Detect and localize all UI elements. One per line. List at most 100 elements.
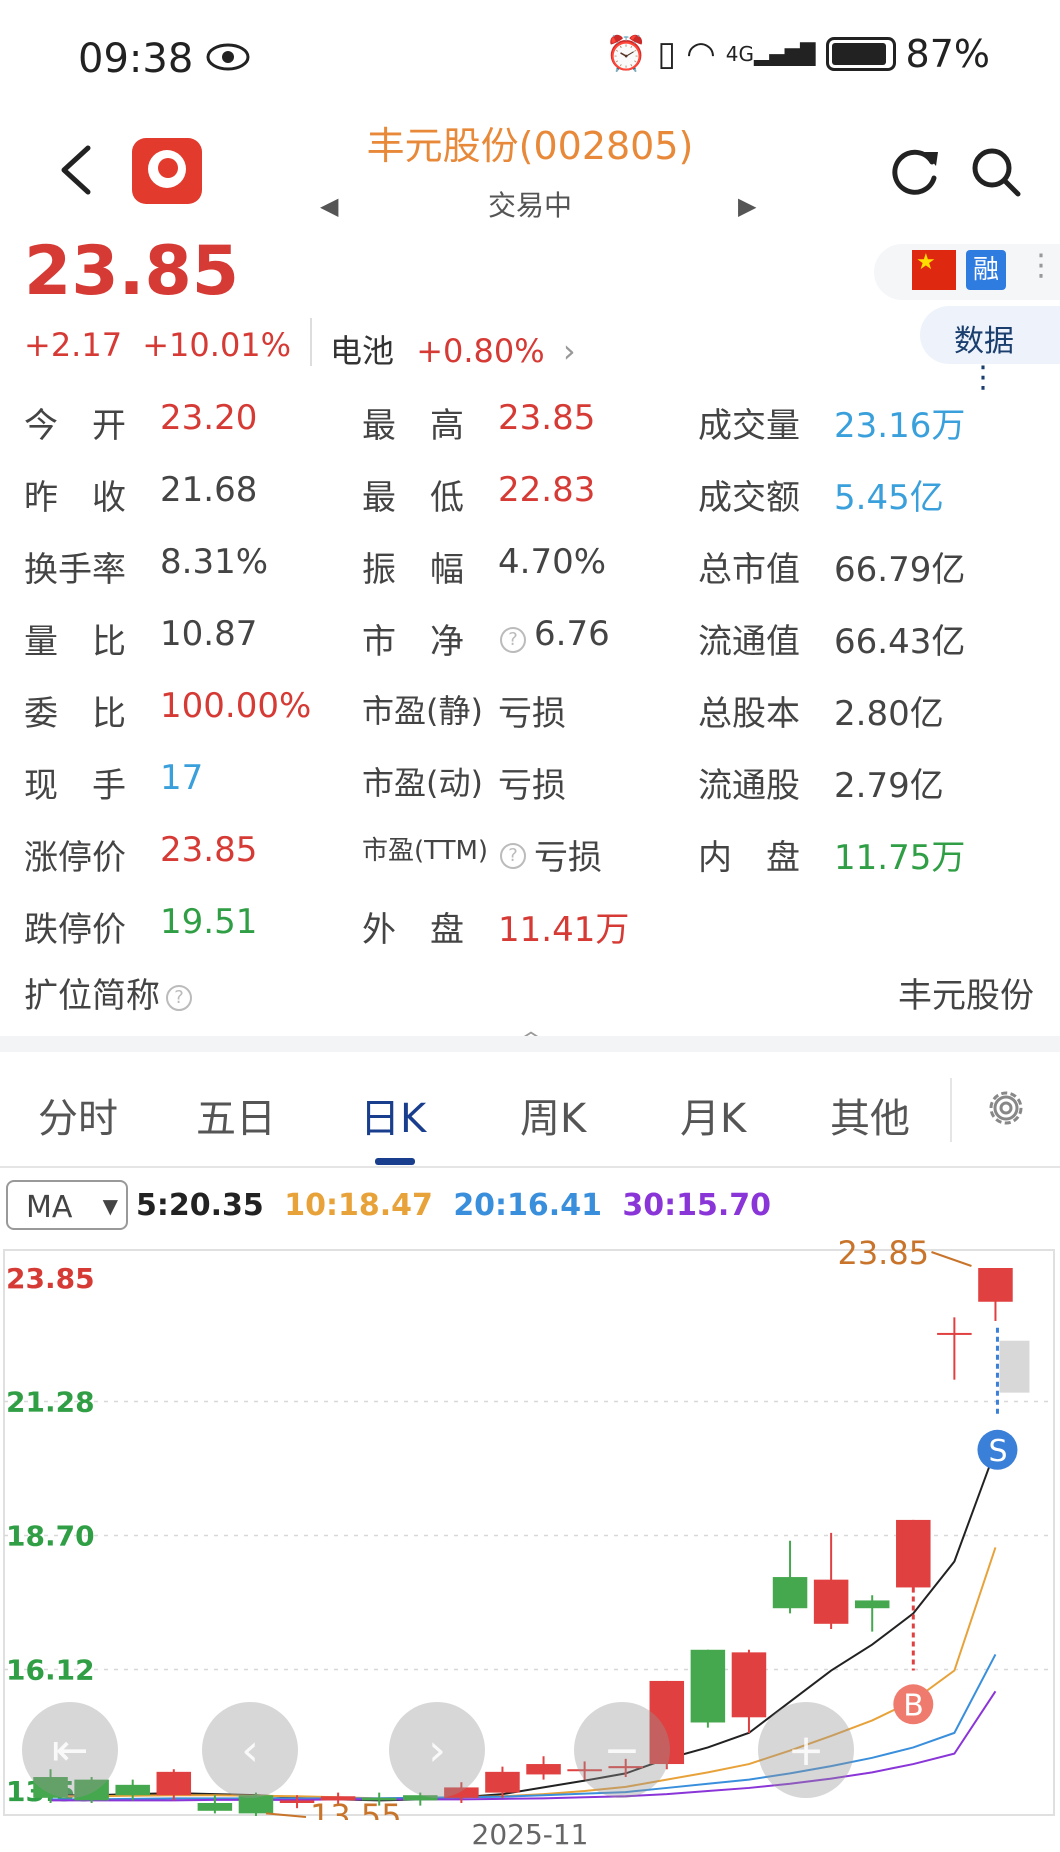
stat-value: 17 <box>160 758 204 798</box>
stat-label: 市 净 <box>362 622 464 662</box>
stat-label: 内 盘 <box>698 838 800 878</box>
status-icons: ⏰ ▯ ◠ 4G▂▄▆█ 87% <box>605 32 990 76</box>
candle-body <box>485 1771 520 1793</box>
stat-label: 跌停价 <box>24 910 126 950</box>
stat-value: 亏损 <box>498 766 566 806</box>
stat-label: 流通股 <box>698 766 800 806</box>
zoom-in-button[interactable]: + <box>758 1702 854 1798</box>
chevron-down-icon: ▼ <box>102 1194 118 1218</box>
tab-intraday[interactable]: 分时 <box>38 1086 118 1144</box>
stat-value: 5.45亿 <box>834 478 944 518</box>
stat-value: 8.31% <box>160 542 269 582</box>
stat-label: 外 盘 <box>362 910 464 950</box>
stat-value: 66.79亿 <box>834 550 966 590</box>
help-icon[interactable]: ? <box>166 984 192 1011</box>
active-tab-indicator <box>375 1158 415 1165</box>
section-divider <box>0 1036 1060 1052</box>
stat-label: 振 幅 <box>362 550 464 590</box>
alarm-icon: ⏰ <box>605 34 648 74</box>
extended-name-value: 丰元股份 <box>898 976 1034 1016</box>
stat-value: 11.41万 <box>498 910 630 950</box>
tab-monthly-k[interactable]: 月K <box>680 1086 746 1144</box>
sell-marker-label: S <box>988 1434 1007 1469</box>
svg-text:‹: ‹ <box>241 1725 259 1776</box>
tab-daily-k[interactable]: 日K <box>360 1086 426 1144</box>
china-flag-icon: ★ <box>912 250 956 290</box>
tab-other[interactable]: 其他 <box>830 1086 910 1144</box>
stat-value: 23.85 <box>498 398 596 438</box>
eye-icon <box>206 43 250 71</box>
scroll-left-button[interactable]: ‹ <box>202 1702 298 1798</box>
zoom-left-button[interactable]: ⇤ <box>22 1702 118 1798</box>
stat-value: 6.76 <box>534 614 610 654</box>
ma20-value: 20:16.41 <box>453 1188 602 1223</box>
stat-label: 昨 收 <box>24 478 126 518</box>
candle-body <box>526 1764 561 1775</box>
svg-text:›: › <box>428 1725 446 1776</box>
sector-link[interactable]: 电池 +0.80% › <box>330 326 576 372</box>
stat-value: 亏损 <box>498 694 566 734</box>
scroll-right-button[interactable]: › <box>389 1702 485 1798</box>
stat-label: 最 低 <box>362 478 464 518</box>
stat-label: 今 开 <box>24 406 126 446</box>
4g-signal-icon: 4G▂▄▆█ <box>725 42 816 66</box>
vibrate-icon: ▯ <box>657 34 677 74</box>
next-stock-button[interactable]: ▶ <box>738 192 756 220</box>
margin-badge[interactable]: 融 <box>966 250 1006 290</box>
status-time: 09:38 <box>78 36 194 82</box>
stat-value: 亏损 <box>534 838 602 878</box>
min-price-label: 13.55 <box>310 1797 402 1820</box>
battery-level: 87% <box>905 32 990 76</box>
y-tick-label: 23.85 <box>6 1262 95 1295</box>
prev-stock-button[interactable]: ◀ <box>320 192 338 220</box>
stat-value: 2.80亿 <box>834 694 944 734</box>
help-icon[interactable]: ? <box>494 834 526 874</box>
indicator-select[interactable]: MA ▼ <box>6 1180 128 1230</box>
candle-body <box>772 1577 808 1609</box>
x-axis-date-label: 2025-11 <box>471 1818 589 1851</box>
stat-label: 涨停价 <box>24 838 126 878</box>
data-button[interactable]: 数据 ⋮ <box>920 306 1060 395</box>
more-icon[interactable]: ⋮ <box>1026 248 1056 283</box>
stat-label: 现 手 <box>24 766 126 806</box>
tab-weekly-k[interactable]: 周K <box>520 1086 586 1144</box>
zoom-out-button[interactable]: − <box>574 1702 670 1798</box>
refresh-icon[interactable] <box>888 144 944 200</box>
price-change: +2.17 +10.01% <box>24 326 291 364</box>
y-tick-label: 21.28 <box>6 1385 95 1418</box>
help-icon[interactable]: ? <box>494 618 526 658</box>
kline-chart[interactable]: 23.8521.2818.7016.1213.5523.85SB13.55⇤‹›… <box>0 1240 1060 1820</box>
candle-body <box>978 1268 1013 1302</box>
candle-body <box>690 1649 726 1723</box>
stat-label: 委 比 <box>24 694 126 734</box>
sector-name: 电池 <box>330 332 395 370</box>
candle-body <box>156 1771 192 1796</box>
last-price: 23.85 <box>24 232 240 311</box>
stat-value: 21.68 <box>160 470 258 510</box>
stat-value: 4.70% <box>498 542 607 582</box>
next-day-placeholder <box>999 1340 1030 1393</box>
candle-body <box>115 1784 150 1796</box>
candle-body <box>731 1652 767 1718</box>
svg-text:+: + <box>788 1725 825 1776</box>
stat-label: 市盈(动) <box>362 764 483 802</box>
tab-five-day[interactable]: 五日 <box>196 1086 276 1144</box>
ma30-value: 30:15.70 <box>622 1188 772 1223</box>
ma-values: 5:20.35 10:18.47 20:16.41 30:15.70 <box>136 1188 771 1223</box>
gear-icon[interactable] <box>982 1084 1030 1132</box>
candle-body <box>197 1803 233 1811</box>
stat-label: 最 高 <box>362 406 464 446</box>
stat-label: 成交额 <box>698 478 800 518</box>
candle-body <box>937 1332 972 1335</box>
y-tick-label: 16.12 <box>6 1654 95 1687</box>
max-leader <box>931 1251 972 1267</box>
stat-label: 总股本 <box>698 694 800 734</box>
stat-value: 23.16万 <box>834 406 966 446</box>
chevron-right-icon: › <box>562 332 576 370</box>
search-icon[interactable] <box>968 144 1024 200</box>
candle-body <box>854 1600 890 1609</box>
change-percent: +10.01% <box>142 326 292 364</box>
battery-icon <box>825 37 896 71</box>
ma10-value: 10:18.47 <box>284 1188 433 1223</box>
stat-value: 22.83 <box>498 470 596 510</box>
